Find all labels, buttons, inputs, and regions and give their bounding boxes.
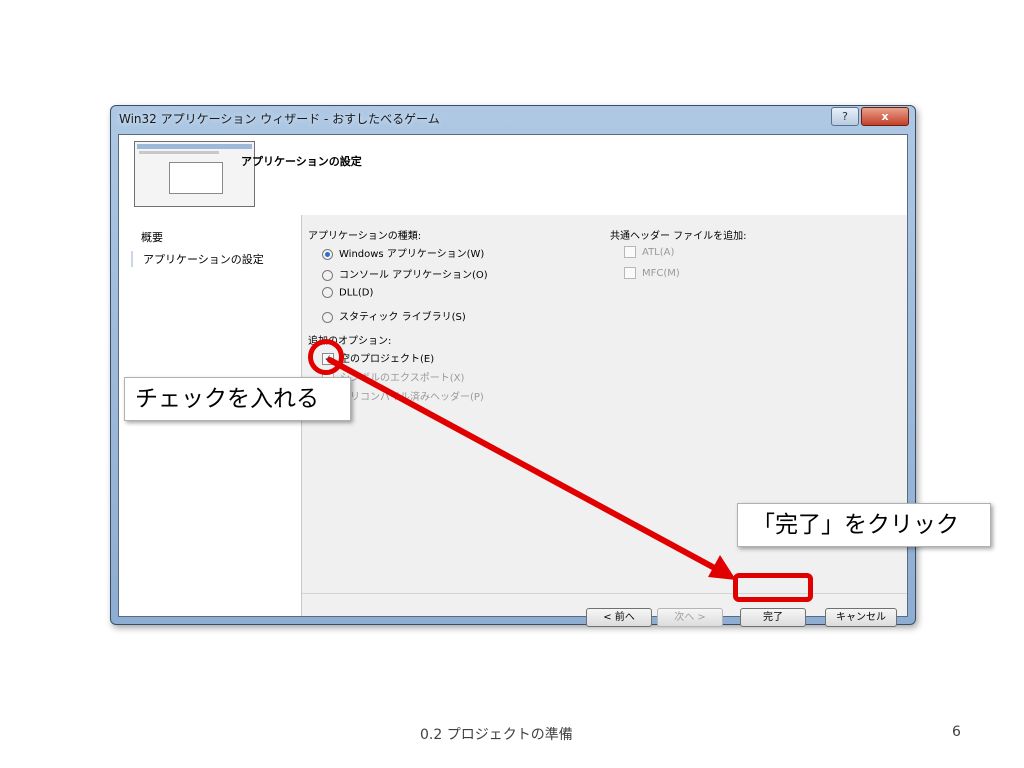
finish-callout: 「完了」をクリック [737,503,991,547]
slide-page-number: 6 [952,724,961,740]
checkbox-highlight-ring [308,339,344,375]
check-callout: チェックを入れる [124,377,351,421]
finish-button-highlight [733,573,813,602]
slide-footer-title: 0.2 プロジェクトの準備 [420,727,573,743]
